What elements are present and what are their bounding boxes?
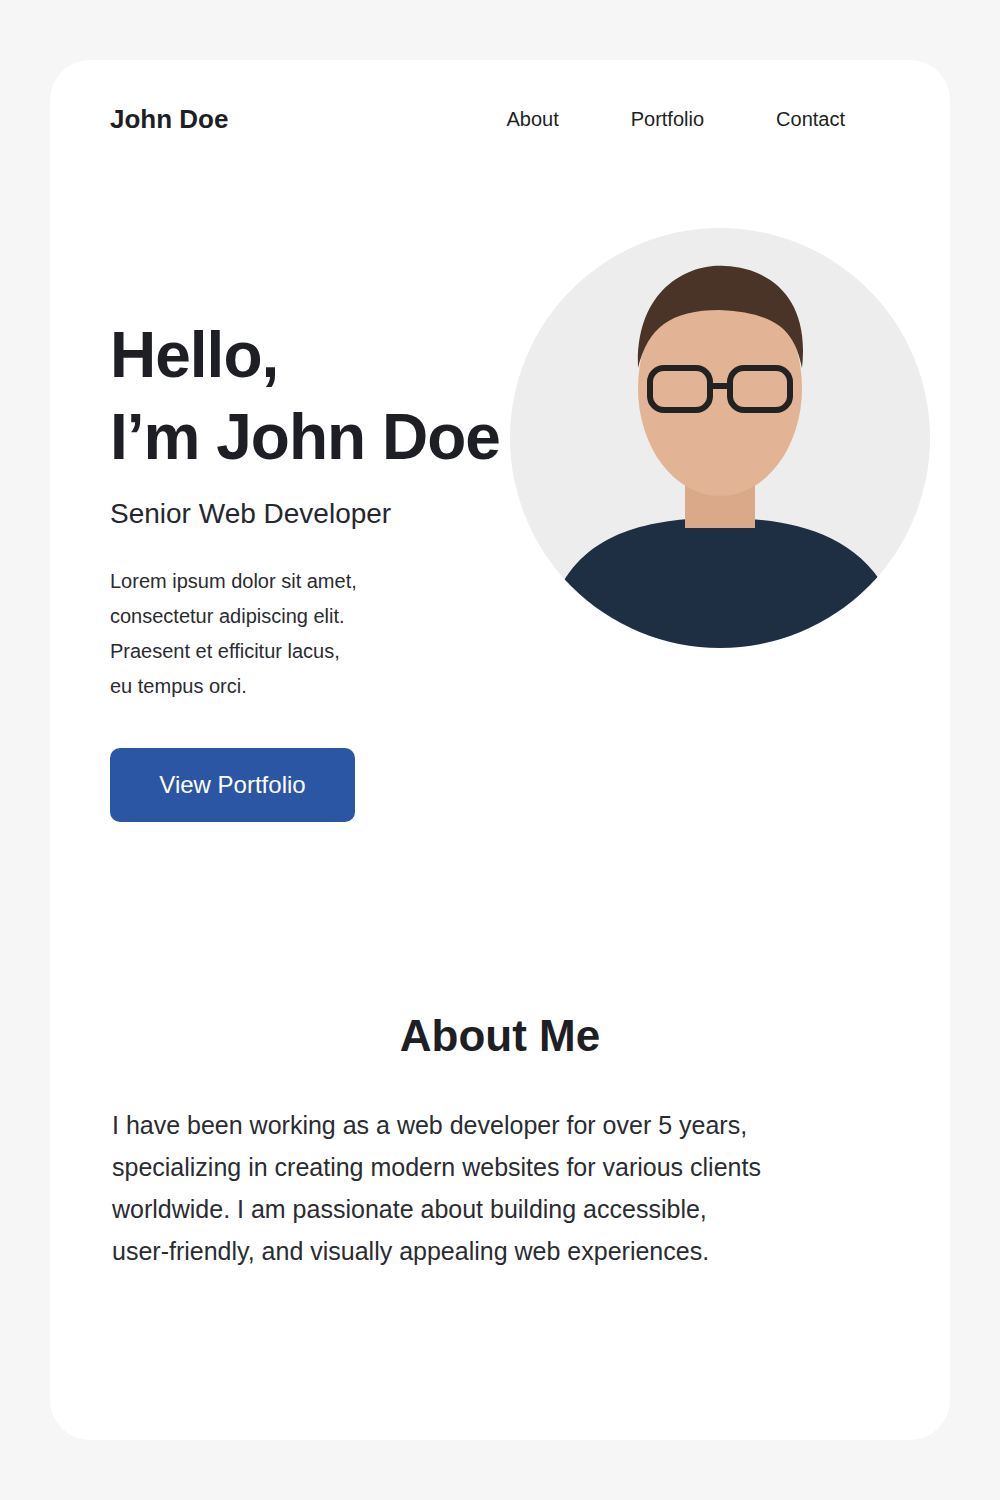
page: John Doe About Portfolio Contact Hello,I’m J…	[0, 0, 1000, 1500]
about-heading: About Me	[110, 1010, 890, 1062]
profile-photo	[510, 228, 930, 648]
hero-heading: Hello,I’m John Doe	[110, 314, 510, 478]
hero: Hello,I’m John Doe Senior Web Developer Lo…	[110, 228, 890, 822]
hero-title: Senior Web Developer	[110, 496, 510, 532]
about-body: I have been working as a web developer f…	[110, 1104, 890, 1272]
about-section: About Me I have been working as a web dev…	[110, 1010, 890, 1272]
person-silhouette-icon	[510, 228, 930, 648]
brand[interactable]: John Doe	[110, 104, 228, 134]
nav-link[interactable]: Contact	[776, 106, 845, 132]
card: John Doe About Portfolio Contact Hello,I’m J…	[50, 60, 950, 1440]
nav-link[interactable]: Portfolio	[631, 106, 704, 132]
nav: About Portfolio Contact	[506, 106, 845, 132]
hero-intro: Lorem ipsum dolor sit amet,consectetur a…	[110, 564, 510, 704]
header: John Doe About Portfolio Contact	[110, 104, 890, 134]
hero-text: Hello,I’m John Doe Senior Web Developer Lo…	[110, 228, 510, 822]
view-portfolio-button[interactable]: View Portfolio	[110, 748, 355, 822]
nav-link[interactable]: About	[506, 106, 558, 132]
